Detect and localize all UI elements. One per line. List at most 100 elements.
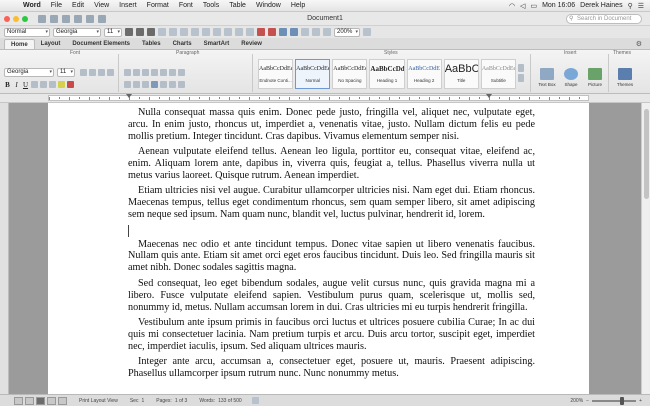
- media-browser-icon[interactable]: [323, 28, 331, 36]
- borders-icon[interactable]: [246, 28, 254, 36]
- document-body[interactable]: Nulla consequat massa quis enim. Donec p…: [128, 107, 535, 384]
- show-paragraph-marks-icon[interactable]: [178, 69, 185, 76]
- style-subtitle[interactable]: AaBbCcDdEe Subtitle: [480, 59, 516, 89]
- ribbon-size-dropdown[interactable]: 11: [57, 68, 75, 77]
- zoom-slider[interactable]: [592, 396, 637, 405]
- user-name[interactable]: Derek Haines: [580, 2, 622, 9]
- tab-document-elements[interactable]: Document Elements: [66, 39, 136, 49]
- style-heading-2[interactable]: AaBbCcDdE Heading 2: [406, 59, 442, 89]
- paragraph[interactable]: Integer ante arcu, accumsan a, consectet…: [128, 356, 535, 380]
- close-window-button[interactable]: [4, 15, 10, 22]
- align-left-icon[interactable]: [158, 28, 166, 36]
- shrink-font-icon[interactable]: [89, 69, 96, 76]
- paragraph[interactable]: Nulla consequat massa quis enim. Donec p…: [128, 107, 535, 143]
- superscript-icon[interactable]: [40, 81, 47, 88]
- menu-help[interactable]: Help: [286, 2, 310, 9]
- style-heading-1[interactable]: AaBbCcDd Heading 1: [369, 59, 405, 89]
- paragraph[interactable]: Sed consequat, leo eget bibendum sodales…: [128, 278, 535, 314]
- align-left-icon[interactable]: [124, 81, 131, 88]
- tab-review[interactable]: Review: [235, 39, 268, 49]
- columns-icon[interactable]: [290, 28, 298, 36]
- undo-icon[interactable]: [86, 14, 94, 23]
- italic-icon[interactable]: [136, 28, 144, 36]
- menu-edit[interactable]: Edit: [67, 2, 89, 9]
- right-indent-marker[interactable]: [486, 94, 492, 98]
- table-icon[interactable]: [279, 28, 287, 36]
- highlight-icon[interactable]: [257, 28, 265, 36]
- vertical-ruler[interactable]: [0, 103, 9, 394]
- strikethrough-icon[interactable]: [31, 81, 38, 88]
- align-right-icon[interactable]: [180, 28, 188, 36]
- multilevel-list-icon[interactable]: [142, 69, 149, 76]
- clock[interactable]: Mon 16:06: [542, 2, 575, 9]
- tab-layout[interactable]: Layout: [35, 39, 67, 49]
- decrease-indent-icon[interactable]: [151, 69, 158, 76]
- shape-button[interactable]: Shape: [560, 68, 582, 87]
- menu-window[interactable]: Window: [251, 2, 286, 9]
- bold-icon[interactable]: [125, 28, 133, 36]
- menu-file[interactable]: File: [46, 2, 67, 9]
- shading-icon[interactable]: [169, 81, 176, 88]
- style-normal[interactable]: AaBbCcDdEe Normal: [295, 59, 331, 89]
- sidebar-icon[interactable]: [312, 28, 320, 36]
- minimize-window-button[interactable]: [13, 15, 19, 22]
- outdent-icon[interactable]: [224, 28, 232, 36]
- style-no-spacing[interactable]: AaBbCcDdEe No Spacing: [332, 59, 368, 89]
- menu-view[interactable]: View: [89, 2, 114, 9]
- picture-button[interactable]: Picture: [584, 68, 606, 87]
- words-value[interactable]: 133 of 500: [218, 398, 242, 404]
- paragraph[interactable]: Vestibulum ante ipsum primis in faucibus…: [128, 317, 535, 353]
- menu-table[interactable]: Table: [224, 2, 251, 9]
- paragraph[interactable]: Maecenas nec odio et ante tincidunt temp…: [128, 239, 535, 275]
- help-icon[interactable]: [363, 28, 371, 36]
- font-size-dropdown[interactable]: 11: [104, 27, 122, 37]
- tab-tables[interactable]: Tables: [136, 39, 167, 49]
- zoom-dropdown[interactable]: 200%: [334, 27, 360, 37]
- bullets-icon[interactable]: [124, 69, 131, 76]
- styles-scroll-up-icon[interactable]: [518, 64, 524, 72]
- battery-icon[interactable]: ▭: [530, 2, 537, 10]
- text-box-button[interactable]: Text Box: [536, 68, 558, 87]
- spelling-status-icon[interactable]: [251, 397, 259, 404]
- publishing-view-button[interactable]: [58, 396, 67, 405]
- underline-icon[interactable]: U: [22, 81, 29, 89]
- themes-button[interactable]: Themes: [614, 68, 636, 87]
- font-name-dropdown[interactable]: Georgia: [53, 27, 101, 37]
- show-formatting-icon[interactable]: [301, 28, 309, 36]
- line-spacing-icon[interactable]: [160, 81, 167, 88]
- notebook-view-button[interactable]: [47, 396, 56, 405]
- tab-charts[interactable]: Charts: [167, 39, 198, 49]
- zoom-slider-knob[interactable]: [620, 396, 625, 405]
- grow-font-icon[interactable]: [80, 69, 87, 76]
- wifi-icon[interactable]: ◠: [509, 2, 515, 10]
- menu-tools[interactable]: Tools: [198, 2, 224, 9]
- change-case-icon[interactable]: [98, 69, 105, 76]
- justify-icon[interactable]: [191, 28, 199, 36]
- open-folder-icon[interactable]: [50, 14, 58, 23]
- redo-icon[interactable]: [98, 14, 106, 23]
- increase-indent-icon[interactable]: [160, 69, 167, 76]
- style-endnote-continuation[interactable]: AaBbCcDdEe Endnote Conti...: [258, 59, 294, 89]
- subscript-icon[interactable]: [49, 81, 56, 88]
- style-dropdown[interactable]: Normal: [4, 27, 50, 37]
- style-title[interactable]: AaBbC Title: [443, 59, 479, 89]
- sort-icon[interactable]: [169, 69, 176, 76]
- print-layout-view-button[interactable]: [36, 396, 45, 405]
- zoom-window-button[interactable]: [22, 15, 28, 22]
- highlight-color-icon[interactable]: [58, 81, 65, 88]
- menu-font[interactable]: Font: [174, 2, 198, 9]
- volume-icon[interactable]: ◁: [520, 2, 525, 10]
- numbering-icon[interactable]: [213, 28, 221, 36]
- align-center-icon[interactable]: [169, 28, 177, 36]
- tab-smartart[interactable]: SmartArt: [198, 39, 236, 49]
- text-cursor[interactable]: [128, 224, 129, 237]
- zoom-out-icon[interactable]: −: [586, 398, 589, 404]
- styles-scroll-down-icon[interactable]: [518, 74, 524, 82]
- new-doc-icon[interactable]: [38, 14, 46, 23]
- align-right-icon[interactable]: [142, 81, 149, 88]
- paragraph[interactable]: Aenean vulputate eleifend tellus. Aenean…: [128, 146, 535, 182]
- horizontal-ruler[interactable]: [0, 94, 650, 103]
- paragraph[interactable]: Etiam ultricies nisi vel augue. Curabitu…: [128, 185, 535, 221]
- bullets-icon[interactable]: [202, 28, 210, 36]
- tab-home[interactable]: Home: [4, 39, 35, 49]
